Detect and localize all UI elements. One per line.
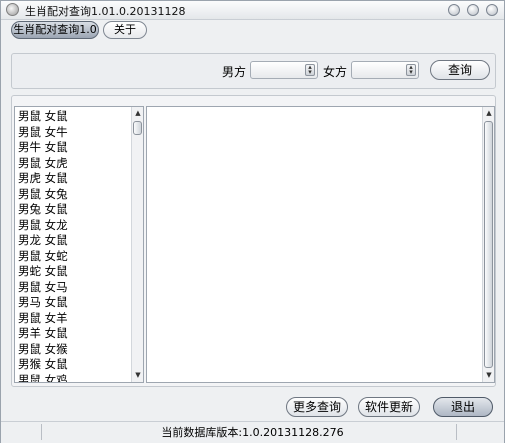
- query-panel: 男方 ▴ ▾ 女方 ▴ ▾ 查询: [11, 53, 496, 89]
- list-item[interactable]: 男马 女鼠: [18, 295, 68, 311]
- male-select[interactable]: ▴ ▾: [250, 61, 318, 79]
- scroll-thumb[interactable]: [133, 121, 142, 135]
- pair-list-scrollbar[interactable]: ▲ ▼: [131, 107, 143, 382]
- title-bar: 生肖配对查询1.01.0.20131128: [1, 1, 504, 20]
- list-item[interactable]: 男鼠 女龙: [18, 218, 68, 234]
- female-label: 女方: [323, 65, 348, 79]
- list-item[interactable]: 男鼠 女鸡: [18, 373, 68, 383]
- scroll-down-arrow-icon[interactable]: ▼: [484, 370, 494, 380]
- list-item[interactable]: 男龙 女鼠: [18, 233, 68, 249]
- software-update-button[interactable]: 软件更新: [358, 397, 420, 417]
- dropdown-arrow-icon: ▴ ▾: [305, 64, 315, 76]
- search-button[interactable]: 查询: [430, 60, 490, 80]
- status-bar: 当前数据库版本:1.0.20131128.276: [1, 421, 504, 443]
- list-item[interactable]: 男鼠 女虎: [18, 156, 68, 172]
- dropdown-arrow-icon: ▴ ▾: [406, 64, 416, 76]
- window-title: 生肖配对查询1.01.0.20131128: [25, 5, 186, 18]
- list-item[interactable]: 男牛 女鼠: [18, 140, 68, 156]
- tab-query[interactable]: 生肖配对查询1.0: [11, 21, 99, 39]
- status-divider: [456, 424, 457, 440]
- scroll-up-arrow-icon[interactable]: ▲: [484, 108, 494, 118]
- exit-button[interactable]: 退出: [433, 397, 493, 417]
- list-item[interactable]: 男鼠 女蛇: [18, 249, 68, 265]
- minimize-button[interactable]: [448, 4, 460, 16]
- app-icon: [6, 3, 19, 16]
- results-panel: 男鼠 女鼠 男鼠 女牛 男牛 女鼠 男鼠 女虎 男虎 女鼠 男鼠 女兔 男兔 女鼠 男鼠 女龙…: [11, 95, 496, 387]
- db-version-text: 当前数据库版本:1.0.20131128.276: [161, 426, 344, 439]
- list-item[interactable]: 男鼠 女马: [18, 280, 68, 296]
- list-item[interactable]: 男猴 女鼠: [18, 357, 68, 373]
- scroll-down-arrow-icon[interactable]: ▼: [133, 370, 143, 380]
- male-label: 男方: [222, 65, 247, 79]
- close-button[interactable]: [486, 4, 498, 16]
- tab-about[interactable]: 关于: [103, 21, 147, 39]
- list-item[interactable]: 男兔 女鼠: [18, 202, 68, 218]
- list-item[interactable]: 男虎 女鼠: [18, 171, 68, 187]
- list-item[interactable]: 男鼠 女兔: [18, 187, 68, 203]
- detail-scrollbar[interactable]: ▲ ▼: [482, 107, 494, 382]
- more-query-button[interactable]: 更多查询: [286, 397, 348, 417]
- list-item[interactable]: 男蛇 女鼠: [18, 264, 68, 280]
- list-item[interactable]: 男羊 女鼠: [18, 326, 68, 342]
- scroll-thumb[interactable]: [484, 121, 493, 368]
- scroll-up-arrow-icon[interactable]: ▲: [133, 108, 143, 118]
- pair-list-items: 男鼠 女鼠 男鼠 女牛 男牛 女鼠 男鼠 女虎 男虎 女鼠 男鼠 女兔 男兔 女鼠 男鼠 女龙…: [18, 109, 68, 383]
- pair-list[interactable]: 男鼠 女鼠 男鼠 女牛 男牛 女鼠 男鼠 女虎 男虎 女鼠 男鼠 女兔 男兔 女鼠 男鼠 女龙…: [14, 106, 144, 383]
- list-item[interactable]: 男鼠 女牛: [18, 125, 68, 141]
- female-select[interactable]: ▴ ▾: [351, 61, 419, 79]
- list-item[interactable]: 男鼠 女羊: [18, 311, 68, 327]
- detail-pane[interactable]: ▲ ▼: [146, 106, 495, 383]
- maximize-button[interactable]: [467, 4, 479, 16]
- list-item[interactable]: 男鼠 女猴: [18, 342, 68, 358]
- app-window: 生肖配对查询1.01.0.20131128 生肖配对查询1.0 关于 男方 ▴ ▾…: [0, 0, 505, 443]
- list-item[interactable]: 男鼠 女鼠: [18, 109, 68, 125]
